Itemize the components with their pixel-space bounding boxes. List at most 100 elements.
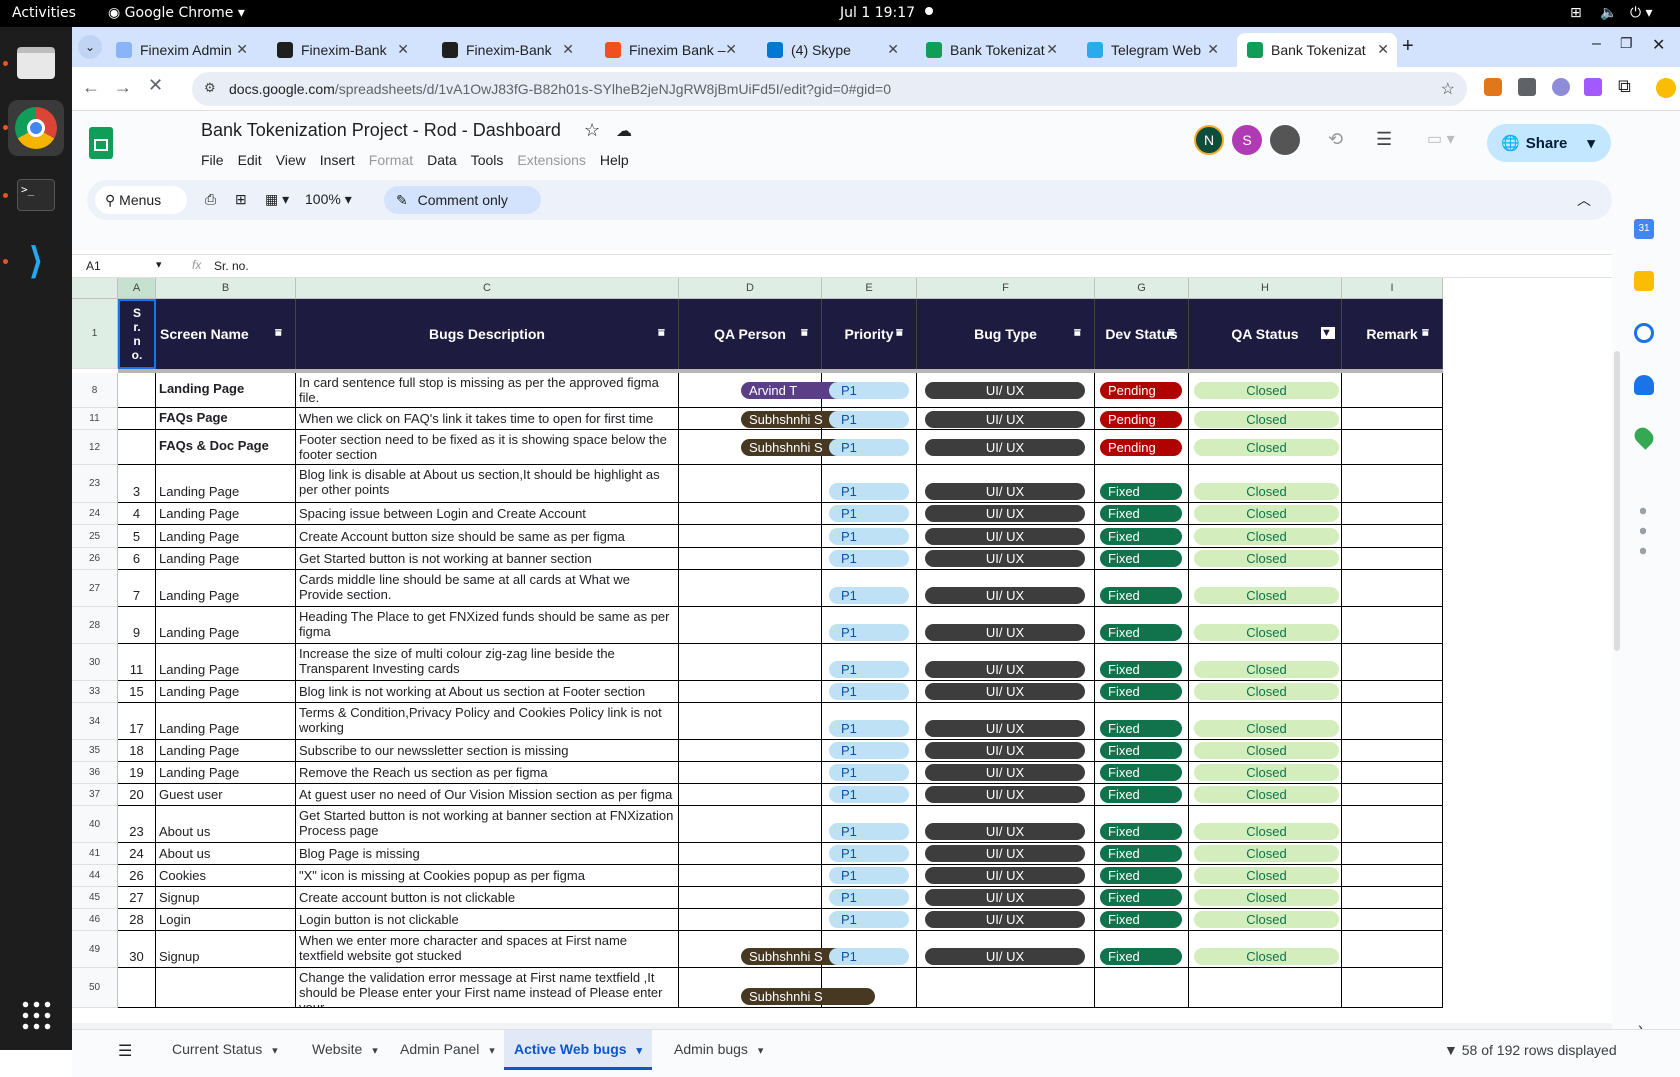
sr-no-cell[interactable]: 27: [118, 887, 156, 909]
bug-description-cell[interactable]: Cards middle line should be same at all …: [296, 570, 679, 607]
qa-person-cell[interactable]: [679, 887, 822, 909]
priority-chip[interactable]: P1: [829, 845, 909, 862]
menu-edit[interactable]: Edit: [238, 152, 262, 168]
more-icon[interactable]: [1640, 501, 1646, 561]
row-header[interactable]: 50: [72, 968, 118, 1008]
bug-description-cell[interactable]: When we click on FAQ's link it takes tim…: [296, 408, 679, 430]
priority-chip[interactable]: P1: [829, 624, 909, 641]
star-icon[interactable]: ☆: [584, 120, 600, 141]
row-header[interactable]: 11: [72, 408, 118, 430]
bug-type-chip[interactable]: UI/ UX: [925, 439, 1085, 456]
bug-description-cell[interactable]: Spacing issue between Login and Create A…: [296, 503, 679, 525]
priority-chip[interactable]: P1: [829, 948, 909, 965]
qa-person-cell[interactable]: [679, 762, 822, 784]
avatar[interactable]: N: [1194, 125, 1224, 155]
header-cell[interactable]: QA Person ⩸: [679, 299, 822, 369]
bug-type-chip[interactable]: UI/ UX: [925, 948, 1085, 965]
menu-format[interactable]: Format: [369, 152, 413, 168]
filter-icon[interactable]: ⩸: [658, 327, 672, 339]
screen-name-cell[interactable]: About us: [156, 843, 296, 865]
qa-status-chip[interactable]: Closed: [1194, 410, 1339, 428]
row-header[interactable]: 26: [72, 548, 118, 570]
qa-status-chip[interactable]: Closed: [1194, 439, 1339, 456]
bug-type-chip[interactable]: UI/ UX: [925, 382, 1085, 399]
remark-cell[interactable]: [1342, 681, 1443, 703]
header-cell[interactable]: QA Status ▼: [1189, 299, 1342, 369]
qr-extension-icon[interactable]: [1518, 78, 1536, 96]
sr-no-cell[interactable]: 11: [118, 644, 156, 681]
header-cell[interactable]: Dev Status ⩸: [1095, 299, 1189, 369]
sr-no-cell[interactable]: 28: [118, 909, 156, 931]
close-tab-icon[interactable]: ✕: [887, 41, 899, 58]
remark-cell[interactable]: [1342, 703, 1443, 740]
remark-cell[interactable]: [1342, 525, 1443, 548]
collapse-toolbar-icon[interactable]: ︿: [1577, 190, 1591, 210]
dev-status-chip[interactable]: Pending: [1100, 410, 1182, 428]
sr-no-cell[interactable]: 17: [118, 703, 156, 740]
show-apps-icon[interactable]: [8, 987, 64, 1043]
dev-status-cell[interactable]: [1095, 968, 1189, 1008]
row-header[interactable]: 49: [72, 931, 118, 968]
qa-person-cell[interactable]: [679, 681, 822, 703]
back-button[interactable]: ←: [82, 77, 100, 98]
remark-cell[interactable]: [1342, 373, 1443, 408]
priority-chip[interactable]: P1: [829, 742, 909, 759]
bug-type-chip[interactable]: UI/ UX: [925, 889, 1085, 906]
spreadsheet-grid[interactable]: A B C D E F G H I 1 Sr. no. Screen Name ⩸ Bugs Descri…: [72, 278, 1612, 1029]
sheets-logo-icon[interactable]: [89, 127, 113, 159]
bug-type-cell[interactable]: [917, 968, 1095, 1008]
bug-description-cell[interactable]: Heading The Place to get FNXized funds s…: [296, 607, 679, 644]
dev-status-chip[interactable]: Fixed: [1100, 823, 1182, 840]
bug-description-cell[interactable]: Get Started button is not working at ban…: [296, 548, 679, 570]
screen-name-cell[interactable]: Guest user: [156, 784, 296, 806]
screen-name-cell[interactable]: Login: [156, 909, 296, 931]
qa-person-cell[interactable]: [679, 465, 822, 503]
tab-search-chevron-icon[interactable]: ⌄: [78, 35, 102, 59]
network-icon[interactable]: ⊞: [1570, 5, 1582, 21]
screen-name-cell[interactable]: Landing Page: [156, 503, 296, 525]
qa-status-chip[interactable]: Closed: [1194, 845, 1339, 862]
priority-chip[interactable]: P1: [829, 587, 909, 604]
priority-chip[interactable]: P1: [829, 382, 909, 399]
dev-status-chip[interactable]: Fixed: [1100, 948, 1182, 965]
qa-status-chip[interactable]: Closed: [1194, 661, 1339, 678]
bug-description-cell[interactable]: At guest user no need of Our Vision Miss…: [296, 784, 679, 806]
qa-person-chip[interactable]: Subhshnhi S: [741, 988, 875, 1005]
filter-icon[interactable]: ⩸: [896, 327, 910, 339]
screen-name-cell[interactable]: Landing Page: [156, 465, 296, 503]
bug-type-chip[interactable]: UI/ UX: [925, 505, 1085, 522]
dev-status-chip[interactable]: Fixed: [1100, 528, 1182, 545]
screen-name-cell[interactable]: About us: [156, 806, 296, 843]
filter-icon[interactable]: ⩸: [1168, 327, 1182, 339]
bug-type-chip[interactable]: UI/ UX: [925, 786, 1085, 803]
filter-icon[interactable]: ⩸: [275, 327, 289, 339]
remark-cell[interactable]: [1342, 887, 1443, 909]
qa-status-chip[interactable]: Closed: [1194, 720, 1339, 737]
remark-cell[interactable]: [1342, 570, 1443, 607]
qa-person-cell[interactable]: [679, 570, 822, 607]
sr-no-cell[interactable]: 23: [118, 806, 156, 843]
sr-no-cell[interactable]: [118, 408, 156, 430]
bug-description-cell[interactable]: When we enter more character and spaces …: [296, 931, 679, 968]
sheet-tab[interactable]: Website ▾: [302, 1030, 388, 1070]
close-tab-icon[interactable]: ✕: [397, 41, 409, 58]
volume-icon[interactable]: 🔈: [1600, 5, 1617, 21]
dev-status-chip[interactable]: Fixed: [1100, 587, 1182, 604]
view-options-icon[interactable]: ▦ ▾: [265, 191, 289, 208]
add-comment-icon[interactable]: ⊞: [235, 191, 247, 208]
row-header[interactable]: 44: [72, 865, 118, 887]
remark-cell[interactable]: [1342, 740, 1443, 762]
remark-cell[interactable]: [1342, 968, 1443, 1008]
column-header[interactable]: C: [296, 278, 679, 299]
priority-chip[interactable]: P1: [829, 889, 909, 906]
name-box[interactable]: A1: [86, 259, 101, 273]
vertical-scrollbar[interactable]: [1614, 351, 1620, 651]
sr-no-cell[interactable]: 30: [118, 931, 156, 968]
bug-type-chip[interactable]: UI/ UX: [925, 720, 1085, 737]
dev-status-chip[interactable]: Pending: [1100, 382, 1182, 399]
activities-button[interactable]: Activities: [12, 5, 76, 21]
menu-view[interactable]: View: [276, 152, 306, 168]
qa-status-chip[interactable]: Closed: [1194, 889, 1339, 906]
screen-name-cell[interactable]: Landing Page: [156, 525, 296, 548]
bug-description-cell[interactable]: Create Account button size should be sam…: [296, 525, 679, 548]
